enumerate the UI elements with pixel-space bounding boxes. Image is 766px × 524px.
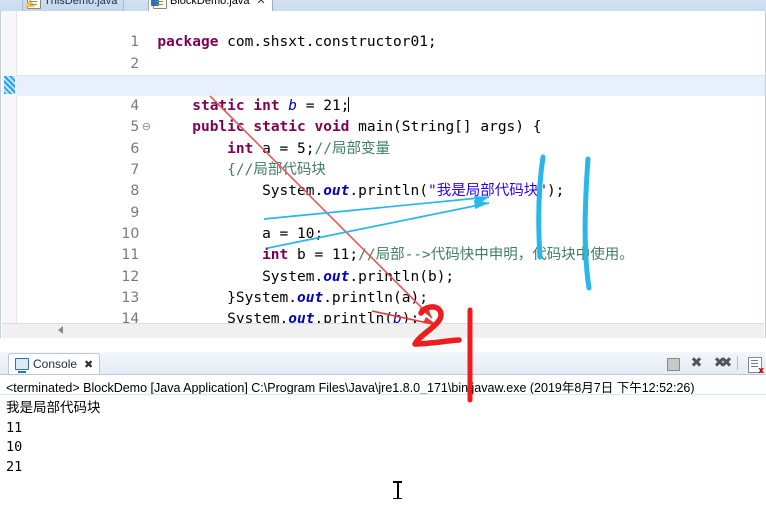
- editor-change-gutter: [2, 11, 17, 338]
- changed-line-marker: [4, 76, 15, 94]
- code-line[interactable]: 13 }System.out.println(a);: [16, 267, 765, 306]
- console-toolbar: ✖ ✖✖: [665, 354, 764, 376]
- close-icon[interactable]: ✕: [256, 0, 265, 11]
- console-output-line: 11: [6, 419, 23, 436]
- remove-all-terminated-button[interactable]: ✖✖: [713, 355, 732, 371]
- tab-thisdemo-java[interactable]: ThisDemo.java: [22, 0, 125, 11]
- code-line[interactable]: 11 int b = 11;//局部-->代码快中申明，代码块中使用。: [16, 224, 765, 263]
- java-warning-icon: [25, 0, 41, 9]
- scroll-left-arrow-icon[interactable]: [58, 326, 63, 334]
- code-line[interactable]: 9: [16, 181, 765, 221]
- code-line[interactable]: 8 System.out.println("我是局部代码块");: [16, 160, 765, 199]
- code-line[interactable]: 3public class BlockDemo {: [16, 54, 765, 93]
- clear-console-icon: [748, 356, 764, 376]
- code-line[interactable]: 10 a = 10;: [16, 203, 765, 242]
- text-cursor-icon: [393, 481, 402, 499]
- java-file-icon: [151, 0, 167, 9]
- console-panel: Console ✖ ✖ ✖✖ <terminated> BlockDemo [J…: [0, 352, 766, 524]
- console-icon: [15, 358, 29, 373]
- console-tab-label: Console: [33, 357, 78, 371]
- editor-horizontal-scrollbar[interactable]: [2, 323, 764, 338]
- stop-icon: [667, 357, 680, 371]
- scrollbar-thumb[interactable]: [54, 325, 754, 336]
- console-output-line: 10: [6, 439, 23, 455]
- eclipse-window: ThisDemo.java BlockDemo.java ✕ 1 package …: [0, 0, 766, 524]
- console-output-line: 我是局部代码块: [6, 400, 101, 416]
- code-line[interactable]: 1 package com.shsxt.constructor01;: [16, 11, 765, 50]
- tab-label: BlockDemo.java: [170, 0, 250, 7]
- code-line[interactable]: 14 System.out.println(b);: [16, 288, 765, 327]
- close-icon[interactable]: ✖: [84, 358, 93, 371]
- console-output[interactable]: 我是局部代码块 11 10 21: [0, 394, 766, 524]
- clear-console-button[interactable]: [747, 356, 764, 376]
- code-line[interactable]: 5 ⊖ public static void main(String[] args…: [16, 96, 765, 135]
- remove-launch-button[interactable]: ✖: [689, 355, 704, 371]
- code-line[interactable]: 2: [16, 32, 765, 72]
- code-line-highlighted[interactable]: 4 static int b = 21;: [16, 74, 765, 114]
- code-line[interactable]: 7 {//局部代码块: [16, 139, 765, 178]
- code-line[interactable]: 12 System.out.println(b);: [16, 245, 765, 285]
- tab-console[interactable]: Console ✖: [8, 353, 101, 374]
- code-editor[interactable]: 1package com.shsxt.constructor01; 2 3pub…: [0, 11, 766, 338]
- console-tab-row: Console ✖ ✖ ✖✖: [0, 352, 766, 376]
- code-line[interactable]: 6 int a = 5;//局部变量: [16, 117, 765, 157]
- tab-blockdemo-java[interactable]: BlockDemo.java ✕: [148, 0, 273, 11]
- console-output-line: 21: [6, 458, 23, 475]
- stop-button[interactable]: [665, 356, 680, 371]
- editor-tab-bar: ThisDemo.java BlockDemo.java ✕: [0, 0, 766, 11]
- tab-label: ThisDemo.java: [44, 0, 118, 7]
- code-lines: 1package com.shsxt.constructor01; 2 3pub…: [16, 11, 765, 338]
- toolbar-divider: [737, 356, 738, 370]
- code-text-area[interactable]: 1package com.shsxt.constructor01; 2 3pub…: [16, 11, 765, 338]
